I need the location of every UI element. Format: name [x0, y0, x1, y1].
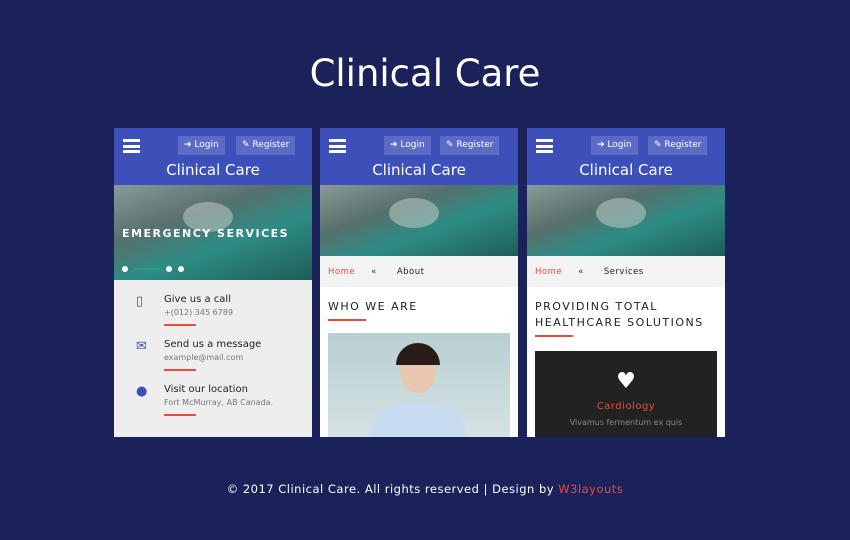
contact-item-call: ▯ Give us a call +(012) 345 6789 — [114, 294, 312, 339]
phone-mockup-services: ➔ Login ✎ Register Clinical Care Home « Se… — [527, 128, 725, 437]
contact-item-location: ● Visit our location Fort McMurray, AB Can… — [114, 384, 312, 429]
login-button[interactable]: ➔ Login — [178, 136, 225, 155]
breadcrumb-current: About — [396, 266, 425, 277]
service-text: Vivamus fermentum ex quis — [569, 418, 683, 427]
mail-icon: ✉ — [136, 339, 147, 354]
phone-mockup-home: ➔ Login ✎ Register Clinical Care EMERGEN… — [114, 128, 312, 437]
breadcrumb-home[interactable]: Home — [328, 267, 355, 277]
brand-title: Clinical Care — [372, 161, 466, 179]
register-button[interactable]: ✎ Register — [236, 136, 296, 155]
banner-image — [320, 185, 518, 256]
contact-title: Give us a call — [164, 294, 231, 305]
app-header: ➔ Login ✎ Register Clinical Care — [320, 128, 518, 185]
contact-title: Send us a message — [164, 339, 262, 350]
breadcrumb-home[interactable]: Home — [535, 267, 562, 277]
service-card: ♥ Cardiology Vivamus fermentum ex quis — [535, 351, 717, 437]
hero-slider: EMERGENCY SERVICES — [114, 185, 312, 280]
contact-title: Visit our location — [164, 384, 248, 395]
brand-title: Clinical Care — [166, 161, 260, 179]
contact-detail: +(012) 345 6789 — [164, 308, 233, 317]
contact-item-message: ✉ Send us a message example@mail.com — [114, 339, 312, 384]
slider-dot[interactable] — [122, 266, 128, 272]
contact-detail[interactable]: example@mail.com — [164, 353, 261, 362]
banner-image — [527, 185, 725, 256]
login-button[interactable]: ➔ Login — [384, 136, 431, 155]
hamburger-menu-icon[interactable] — [536, 139, 553, 153]
hero-caption: EMERGENCY SERVICES — [122, 227, 290, 240]
hamburger-menu-icon[interactable] — [329, 139, 346, 153]
location-pin-icon: ● — [136, 384, 148, 399]
app-header: ➔ Login ✎ Register Clinical Care — [527, 128, 725, 185]
phone-mockup-about: ➔ Login ✎ Register Clinical Care Home « Ab… — [320, 128, 518, 437]
footer: © 2017 Clinical Care. All rights reserve… — [0, 482, 850, 496]
brand-title: Clinical Care — [579, 161, 673, 179]
breadcrumb-separator: « — [371, 266, 377, 277]
copyright-text: © 2017 Clinical Care. All rights reserve… — [226, 482, 559, 496]
designer-link[interactable]: W3layouts — [558, 482, 623, 496]
breadcrumb-separator: « — [578, 266, 584, 277]
contact-detail: Fort McMurray, AB Canada. — [164, 398, 274, 407]
contact-list: ▯ Give us a call +(012) 345 6789 ✉ Send us … — [114, 280, 312, 437]
breadcrumb-current: Services — [603, 266, 644, 277]
register-button[interactable]: ✎ Register — [648, 136, 708, 155]
slider-dot[interactable] — [178, 266, 184, 272]
section-heading: WHO WE ARE — [320, 287, 518, 321]
section-heading: PROVIDING TOTAL HEALTHCARE SOLUTIONS — [527, 287, 725, 337]
section-title: PROVIDING TOTAL HEALTHCARE SOLUTIONS — [535, 300, 704, 329]
register-button[interactable]: ✎ Register — [440, 136, 500, 155]
slider-dots — [122, 266, 184, 272]
breadcrumb: Home « About — [320, 256, 518, 287]
page-title: Clinical Care — [309, 52, 541, 95]
breadcrumb: Home « Services — [527, 256, 725, 287]
hamburger-menu-icon[interactable] — [123, 139, 140, 153]
heart-icon: ♥ — [616, 369, 636, 394]
app-header: ➔ Login ✎ Register Clinical Care — [114, 128, 312, 185]
section-title: WHO WE ARE — [328, 300, 418, 313]
nurse-image — [328, 333, 510, 437]
slider-active-bar[interactable] — [134, 268, 160, 270]
login-button[interactable]: ➔ Login — [591, 136, 638, 155]
service-title: Cardiology — [596, 401, 656, 412]
phone-icon: ▯ — [136, 294, 144, 309]
slider-dot[interactable] — [166, 266, 172, 272]
